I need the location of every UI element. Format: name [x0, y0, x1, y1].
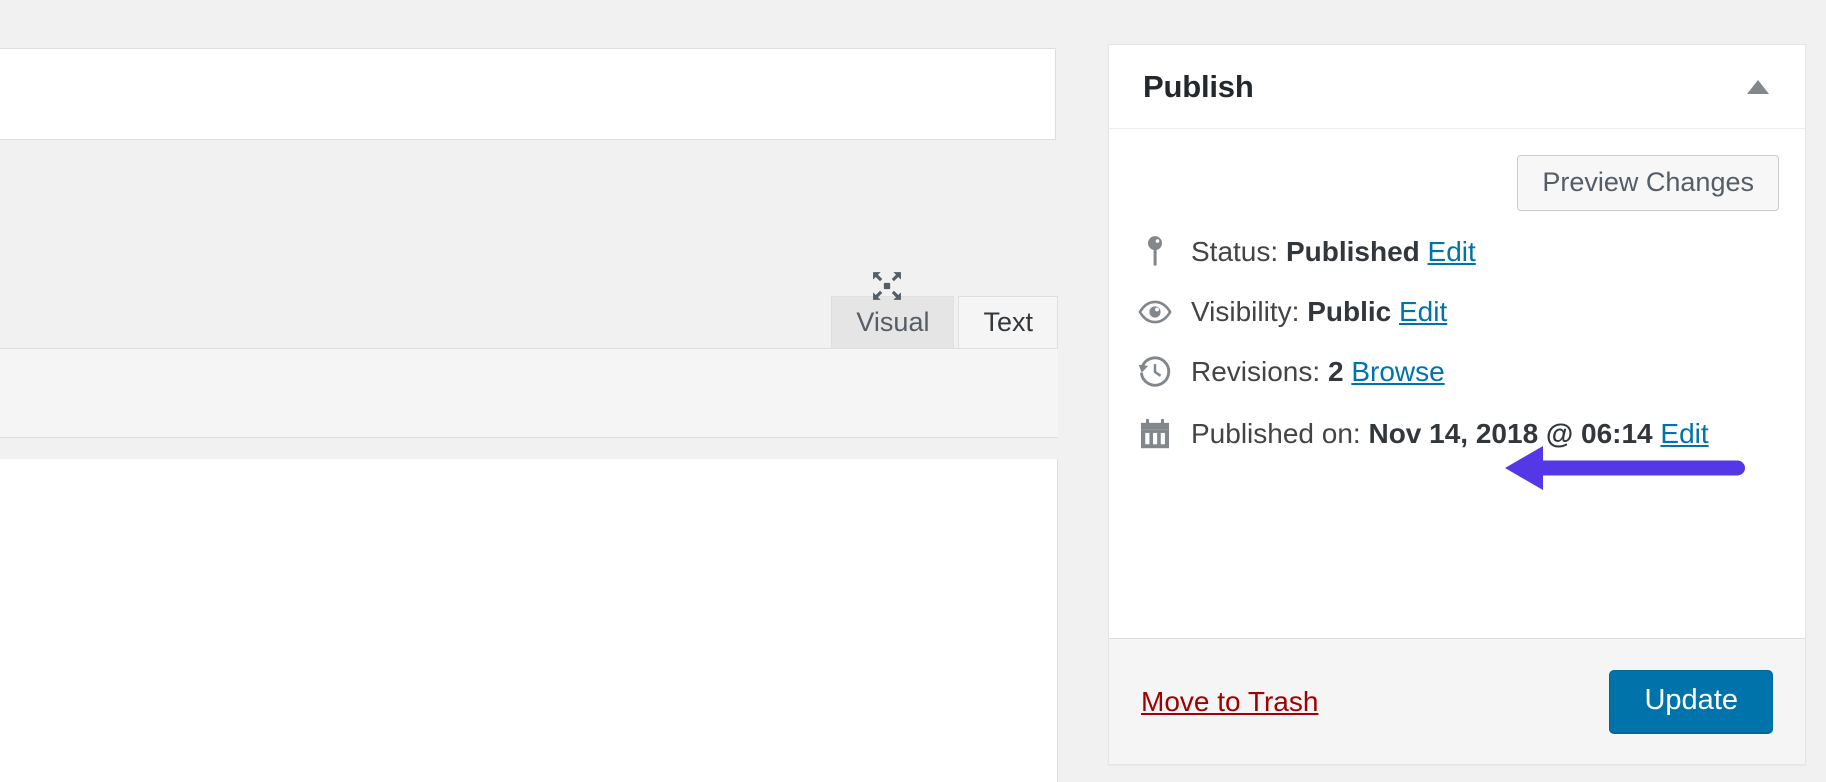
publish-metabox-title: Publish [1143, 69, 1254, 105]
triangle-up-icon[interactable] [1741, 70, 1775, 104]
move-to-trash-link[interactable]: Move to Trash [1141, 686, 1318, 718]
editor-toolbar-row [0, 348, 1058, 438]
post-status-label: Status: [1191, 236, 1278, 267]
editor-content-area[interactable] [0, 459, 1058, 782]
post-revisions-count: 2 [1328, 356, 1344, 387]
post-visibility-text: Visibility: Public Edit [1191, 293, 1447, 331]
pin-icon [1137, 233, 1179, 271]
post-revisions-text: Revisions: 2 Browse [1191, 353, 1445, 391]
calendar-icon [1137, 415, 1179, 453]
browse-revisions-link[interactable]: Browse [1351, 356, 1444, 387]
post-visibility-label: Visibility: [1191, 296, 1299, 327]
post-visibility-row: Visibility: Public Edit [1135, 293, 1779, 331]
post-title-field[interactable] [0, 48, 1056, 140]
post-status-text: Status: Published Edit [1191, 233, 1476, 271]
post-published-value: Nov 14, 2018 @ 06:14 [1368, 418, 1652, 449]
publish-metabox-body: Preview Changes Status: Published Edit [1109, 129, 1805, 637]
preview-changes-button[interactable]: Preview Changes [1517, 155, 1779, 211]
post-status-row: Status: Published Edit [1135, 233, 1779, 271]
post-visibility-value: Public [1307, 296, 1391, 327]
editor-toolbar-area: Visual Text [0, 141, 1058, 459]
fullscreen-expand-icon[interactable] [868, 267, 906, 305]
update-button[interactable]: Update [1609, 670, 1773, 734]
edit-status-link[interactable]: Edit [1428, 236, 1476, 267]
post-published-date-text: Published on: Nov 14, 2018 @ 06:14 Edit [1191, 415, 1709, 453]
revisions-clock-icon [1137, 353, 1179, 391]
publish-metabox-header: Publish [1109, 45, 1805, 129]
post-revisions-label: Revisions: [1191, 356, 1320, 387]
edit-published-date-link[interactable]: Edit [1660, 418, 1708, 449]
post-status-value: Published [1286, 236, 1420, 267]
post-published-date-row: Published on: Nov 14, 2018 @ 06:14 Edit [1135, 415, 1779, 453]
post-editor-column: Visual Text [0, 0, 1058, 782]
publish-metabox-footer: Move to Trash Update [1109, 638, 1805, 764]
post-revisions-row: Revisions: 2 Browse [1135, 353, 1779, 391]
publish-metabox: Publish Preview Changes Status: [1108, 44, 1806, 765]
preview-row: Preview Changes [1135, 129, 1779, 211]
eye-icon [1137, 293, 1179, 331]
post-published-label: Published on: [1191, 418, 1361, 449]
edit-visibility-link[interactable]: Edit [1399, 296, 1447, 327]
editor-mode-tabs: Visual Text [831, 296, 1058, 348]
tab-text[interactable]: Text [958, 296, 1058, 348]
